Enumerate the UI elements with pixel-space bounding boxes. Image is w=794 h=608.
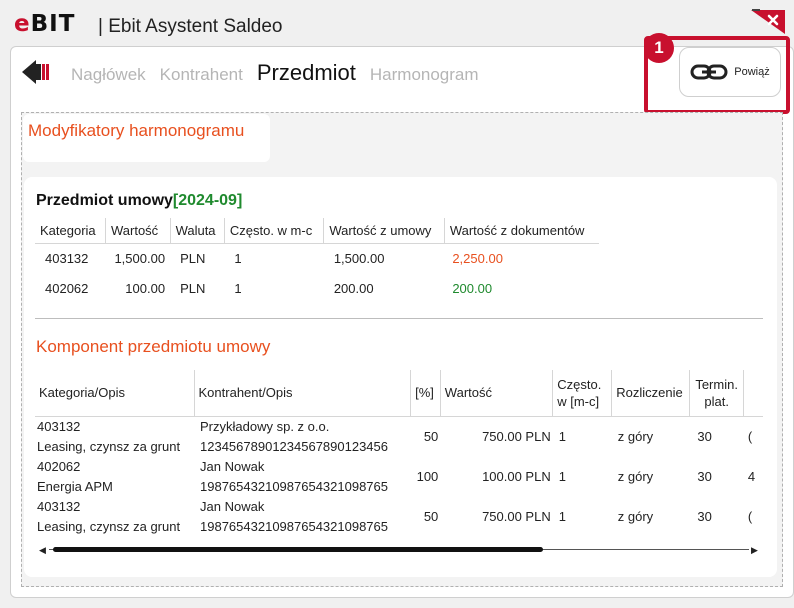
ebit-logo: eBIT [14,11,76,37]
col-overflow [743,370,763,417]
cell-kategoria: 403132 [45,250,89,266]
table-row[interactable]: 402062 100.00 PLN 1 200.00 200.00 [35,273,599,303]
col-wartosc-z-umowy[interactable]: Wartość z umowy [323,218,445,244]
scroll-left-icon[interactable]: ◀ [39,545,46,555]
scroll-right-icon[interactable]: ▶ [751,545,758,555]
cell-wartosc-z-dokumentow: 200.00 [452,280,493,296]
tab-harmonogram[interactable]: Harmonogram [370,65,479,85]
components-title: Komponent przedmiotu umowy [36,337,271,356]
cell-kategoria: 403132 [37,418,81,434]
cell-termin: 30 [697,508,712,524]
cell-kontrahent-opis: Przykładowy sp. z o.o. 123456789012345678… [194,416,411,457]
subject-period: [2024-09] [172,192,243,209]
cell-procent: 50 [423,428,439,444]
col-kategoria[interactable]: Kategoria [35,218,106,244]
cell-wartosc: 750.00 PLN [482,428,551,444]
cell-overflow: ( [747,428,753,444]
cell-czesto: 1 [558,468,566,484]
cell-waluta: PLN [180,280,206,296]
cell-czesto: 1 [558,428,566,444]
col-kontrahent-opis[interactable]: Kontrahent/Opis [194,370,412,417]
cell-wartosc: 1,500.00 [114,250,166,266]
tab-przedmiot[interactable]: Przedmiot [257,60,356,86]
col-kategoria-opis[interactable]: Kategoria/Opis [35,370,195,417]
back-button[interactable] [22,58,54,86]
cell-kategoria-opis: 403132 Leasing, czynsz za grunt [35,416,194,457]
wizard-tabs: Nagłówek Kontrahent Przedmiot Harmonogra… [71,60,479,86]
cell-rozliczenie: z góry [617,508,654,524]
cell-kategoria: 402062 [37,458,81,474]
table-row[interactable]: 403132 1,500.00 PLN 1 1,500.00 2,250.00 [35,243,599,273]
cell-konto: 19876543210987654321098765 [200,518,388,534]
cell-kontrahent: Jan Nowak [200,498,265,514]
logo-e: e [14,11,31,37]
cell-kontrahent-opis: Jan Nowak 19876543210987654321098765 [194,497,411,537]
cell-procent: 50 [423,508,439,524]
components-table: Kategoria/Opis Kontrahent/Opis [%] Warto… [35,370,763,537]
cell-czesto: 1 [234,280,242,296]
col-termin[interactable]: Termin. plat. [689,370,745,417]
back-arrow-icon [22,60,49,84]
section-divider [35,318,763,319]
cell-rozliczenie: z góry [617,428,654,444]
logo-text: BIT [30,11,76,37]
components-grid: Kategoria/Opis Kontrahent/Opis [%] Warto… [35,370,763,542]
col-czesto[interactable]: Często. w m-c [224,218,325,244]
cell-wartosc: 100.00 [125,280,166,296]
col-wartosc[interactable]: Wartość [105,218,171,244]
col-wartosc-z-dokumentow[interactable]: Wartość z dokumentów [444,218,599,244]
cell-konto: 19876543210987654321098765 [200,478,388,494]
cell-wartosc-z-umowy: 1,500.00 [333,250,385,266]
cell-kontrahent: Przykładowy sp. z o.o. [200,418,330,434]
cell-opis: Energia APM [37,478,113,494]
col-wartosc[interactable]: Wartość [440,370,554,417]
table-row[interactable]: 403132 Leasing, czynsz za grunt Jan Nowak… [35,497,763,537]
app-title: | Ebit Asystent Saldeo [98,16,283,37]
cell-waluta: PLN [180,250,206,266]
cell-kategoria: 402062 [45,280,89,296]
cell-procent: 100 [416,468,439,484]
cell-kategoria-opis: 403132 Leasing, czynsz za grunt [35,497,194,537]
tab-kontrahent[interactable]: Kontrahent [160,65,243,85]
scroll-thumb[interactable] [53,547,543,552]
cell-overflow: ( [747,508,753,524]
col-procent[interactable]: [%] [410,370,441,417]
close-icon [751,9,785,34]
cell-wartosc: 100.00 PLN [482,468,551,484]
cell-opis: Leasing, czynsz za grunt [37,518,181,534]
cell-kategoria-opis: 402062 Energia APM [35,457,194,497]
cell-termin: 30 [697,428,712,444]
horizontal-scrollbar[interactable]: ◀ ▶ [35,544,763,556]
close-button[interactable] [749,8,789,34]
cell-wartosc-z-dokumentow: 2,250.00 [452,250,503,266]
modifiers-title[interactable]: Modyfikatory harmonogramu [28,121,244,141]
cell-wartosc-z-umowy: 200.00 [333,280,374,296]
tab-naglowek[interactable]: Nagłówek [71,65,146,85]
cell-kategoria: 403132 [37,498,81,514]
subject-title-text: Przedmiot umowy [36,192,173,209]
cell-opis: Leasing, czynsz za grunt [37,438,181,454]
col-czesto[interactable]: Często. w [m-c] [552,370,613,417]
cell-konto: 12345678901234567890123456 [200,438,388,454]
subject-table: Kategoria Wartość Waluta Często. w m-c W… [35,218,599,303]
table-row[interactable]: 403132 Leasing, czynsz za grunt Przykłado… [35,416,763,457]
cell-kontrahent: Jan Nowak [200,458,265,474]
cell-czesto: 1 [234,250,242,266]
table-row[interactable]: 402062 Energia APM Jan Nowak 1987654321098… [35,457,763,497]
col-rozliczenie[interactable]: Rozliczenie [611,370,690,417]
cell-czesto: 1 [558,508,566,524]
subject-title: Przedmiot umowy[2024-09] [36,192,242,210]
step-badge: 1 [644,33,674,63]
col-waluta[interactable]: Waluta [170,218,225,244]
cell-kontrahent-opis: Jan Nowak 19876543210987654321098765 [194,457,411,497]
cell-wartosc: 750.00 PLN [482,508,551,524]
cell-rozliczenie: z góry [617,468,654,484]
cell-overflow: 4 [747,468,756,484]
cell-termin: 30 [697,468,712,484]
